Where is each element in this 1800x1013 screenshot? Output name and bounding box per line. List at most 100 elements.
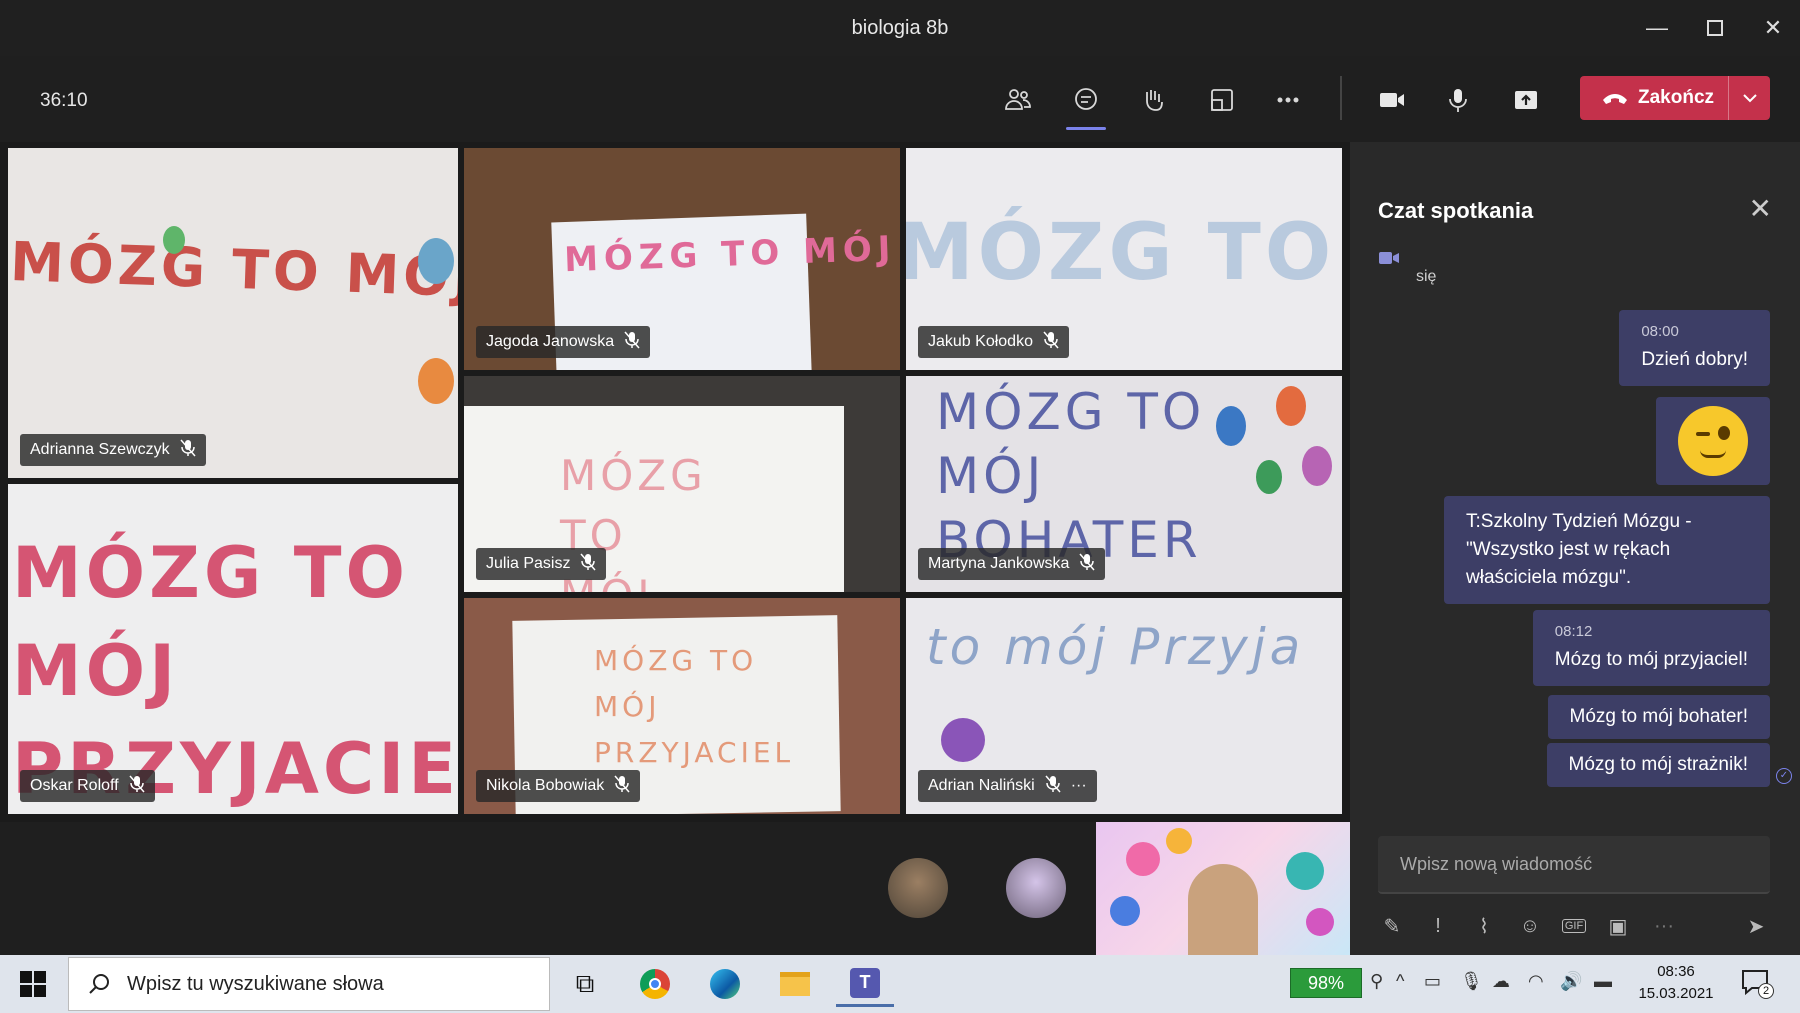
participant-nametag: Nikola Bobowiak: [476, 770, 641, 802]
teams-icon[interactable]: T: [836, 961, 894, 1007]
balloon: [1286, 852, 1324, 890]
video-tile[interactable]: MÓZG TO MÓJ BOHATER Martyna Jankowska: [906, 376, 1342, 592]
microphone-tray-icon[interactable]: 🎙: [1460, 971, 1483, 992]
mic-muted-icon: [1045, 775, 1061, 798]
toolbar-separator: [1340, 76, 1342, 120]
message-time: 08:00: [1641, 323, 1679, 340]
video-tile[interactable]: MÓZG TO MÓJ BOHATER Adrianna Szewczyk: [8, 148, 458, 478]
balloon: [418, 358, 454, 404]
sign-text: MÓZG TO MÓJ PRZYJACIEL: [594, 644, 795, 769]
more-icon[interactable]: ···: [1650, 915, 1678, 938]
camera-button[interactable]: [1370, 78, 1414, 122]
maximize-icon: [1707, 20, 1723, 36]
participant-nametag: Oskar Roloff: [20, 770, 155, 802]
video-icon: [1379, 252, 1399, 264]
chrome-icon[interactable]: [626, 961, 684, 1007]
more-actions-button[interactable]: [1266, 78, 1310, 122]
mic-muted-icon: [1043, 331, 1059, 354]
rooms-icon: [1211, 89, 1233, 111]
send-icon[interactable]: ➤: [1742, 914, 1770, 939]
maximize-button[interactable]: [1688, 0, 1742, 56]
emoji-icon[interactable]: ☺: [1516, 915, 1544, 938]
microphone-icon: [1449, 89, 1467, 112]
microphone-button[interactable]: [1436, 78, 1480, 122]
clock-date: 15.03.2021: [1638, 985, 1714, 1002]
volume-icon[interactable]: 🔊: [1560, 971, 1582, 992]
participant-name: Jakub Kołodko: [928, 333, 1033, 350]
chevron-up-icon[interactable]: ^: [1396, 971, 1404, 992]
chat-message[interactable]: Mózg to mój strażnik!: [1546, 743, 1770, 787]
share-button[interactable]: [1504, 78, 1548, 122]
chat-active-indicator: [1066, 127, 1106, 130]
balloon: [941, 718, 985, 762]
search-placeholder: Wpisz tu wyszukiwane słowa: [127, 972, 384, 995]
device-icon[interactable]: ▭: [1424, 971, 1441, 992]
mic-muted-icon: [129, 775, 145, 798]
end-call-button[interactable]: Zakończ: [1580, 76, 1770, 120]
notifications-button[interactable]: 2: [1740, 967, 1774, 999]
phone-hangup-icon: [1603, 94, 1627, 104]
avatar[interactable]: [888, 858, 948, 918]
participant-name: Adrian Naliński: [928, 777, 1035, 794]
end-call-options-button[interactable]: [1728, 76, 1770, 120]
balloon: [418, 238, 454, 284]
video-tile[interactable]: to mój Przyja Adrian Naliński ···: [906, 598, 1342, 814]
chat-message-emoji[interactable]: [1656, 397, 1770, 485]
windows-start-icon[interactable]: [18, 969, 48, 999]
mic-muted-icon: [1079, 553, 1095, 576]
close-icon: ✕: [1763, 15, 1783, 40]
video-tile[interactable]: MÓZG TO MÓJ STRAŻNIK Jagoda Janowska: [464, 148, 900, 370]
system-message-text: się: [1416, 268, 1437, 285]
video-tile[interactable]: MÓZG TO MÓJ Julia Pasisz: [464, 376, 900, 592]
sticker-icon[interactable]: ▣: [1604, 914, 1632, 939]
chat-message[interactable]: Mózg to mój bohater!: [1547, 695, 1770, 739]
message-text: Mózg to mój strażnik!: [1568, 754, 1749, 775]
sign-text: MÓZG TO MÓJ BOHATER: [936, 383, 1206, 569]
message-text: Dzień dobry!: [1641, 349, 1748, 370]
video-tile[interactable]: MÓZG TO MÓJ PRZYJACIEL Oskar Roloff: [8, 484, 458, 814]
close-window-button[interactable]: ✕: [1746, 0, 1800, 56]
attach-icon[interactable]: ⌇: [1470, 914, 1498, 939]
sign-text: MÓZG TO MÓJ BOHATER: [9, 230, 458, 321]
compose-input[interactable]: Wpisz nową wiadomość: [1378, 836, 1770, 894]
wifi-icon[interactable]: ◠: [1528, 971, 1544, 992]
chat-message[interactable]: 08:00 Dzień dobry!: [1619, 310, 1770, 386]
onedrive-icon[interactable]: ☁: [1492, 971, 1510, 992]
video-grid: MÓZG TO MÓJ BOHATER Adrianna Szewczyk MÓ…: [0, 142, 1350, 822]
share-icon: [1515, 91, 1537, 109]
participant-nametag: Jagoda Janowska: [476, 326, 651, 358]
participant-nametag: Jakub Kołodko: [918, 326, 1069, 358]
more-options-icon[interactable]: ···: [1071, 777, 1087, 795]
file-explorer-icon[interactable]: [766, 961, 824, 1007]
chat-icon: [1075, 88, 1097, 110]
rooms-button[interactable]: [1200, 78, 1244, 122]
participant-nametag: Adrianna Szewczyk: [20, 434, 206, 466]
participants-button[interactable]: [996, 78, 1040, 122]
reactions-button[interactable]: [1132, 78, 1176, 122]
presenter-figure: [1188, 864, 1258, 955]
self-view-video[interactable]: [1096, 822, 1350, 955]
battery-icon[interactable]: ▬: [1594, 971, 1612, 992]
priority-icon[interactable]: !: [1424, 915, 1452, 938]
avatar[interactable]: [1006, 858, 1066, 918]
usb-icon[interactable]: ⚲: [1370, 971, 1383, 992]
task-view-icon[interactable]: ⧉: [556, 961, 614, 1007]
read-receipt-icon: ✓: [1776, 768, 1792, 784]
chat-message[interactable]: T:Szkolny Tydzień Mózgu - "Wszystko jest…: [1444, 496, 1770, 604]
chat-button[interactable]: [1064, 78, 1108, 130]
system-message: się: [1378, 250, 1436, 286]
taskbar-clock[interactable]: 08:36 15.03.2021: [1636, 961, 1716, 1005]
format-icon[interactable]: ✎: [1378, 914, 1406, 939]
camera-icon: [1380, 93, 1404, 107]
edge-icon[interactable]: [696, 961, 754, 1007]
minimize-button[interactable]: —: [1630, 0, 1684, 56]
close-chat-button[interactable]: ✕: [1749, 192, 1772, 225]
taskbar-search[interactable]: Wpisz tu wyszukiwane słowa: [68, 957, 550, 1011]
participant-name: Martyna Jankowska: [928, 555, 1070, 572]
video-tile[interactable]: MÓZG TO MÓJ PRZYJACIEL Nikola Bobowiak: [464, 598, 900, 814]
battery-indicator[interactable]: 98%: [1290, 968, 1362, 998]
balloon: [1216, 406, 1246, 446]
video-tile[interactable]: MÓZG TO MÓJ PRZYJACIEL Jakub Kołodko: [906, 148, 1342, 370]
gif-icon[interactable]: GIF: [1562, 919, 1586, 933]
chat-message[interactable]: 08:12 Mózg to mój przyjaciel!: [1532, 610, 1770, 686]
